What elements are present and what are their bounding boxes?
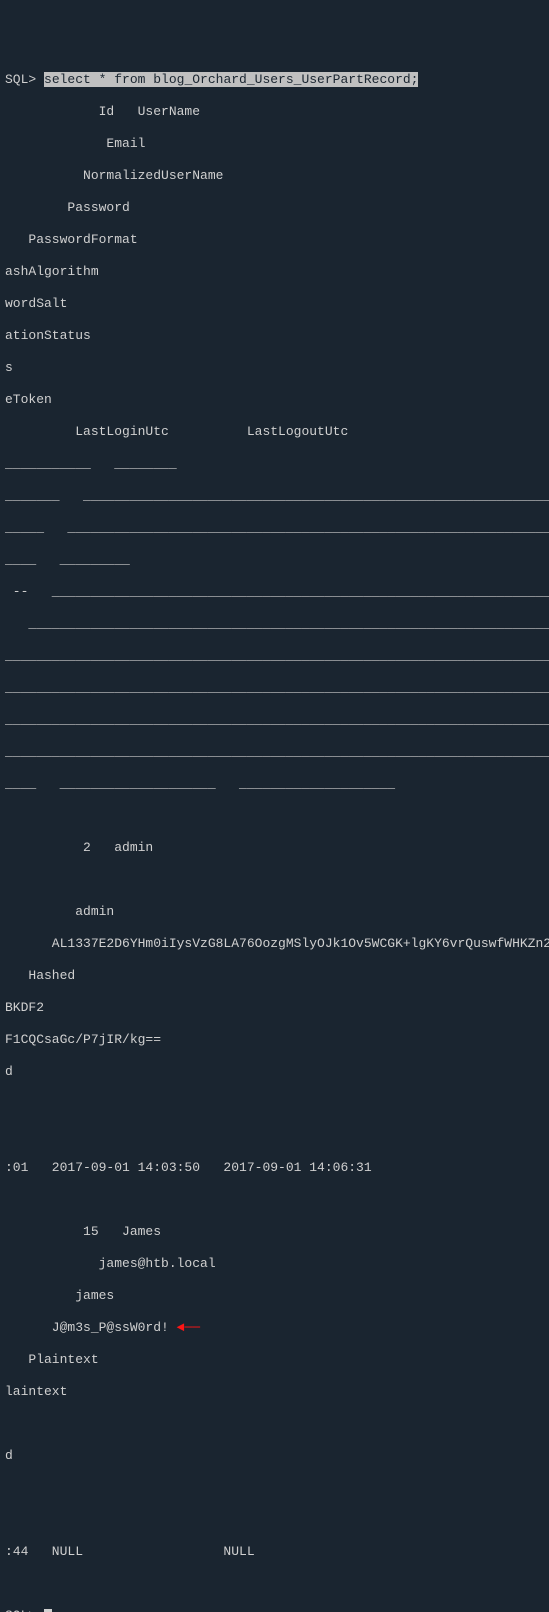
record1-normalized-username: admin <box>5 904 544 920</box>
record1-id-username: 2 admin <box>5 840 544 856</box>
sql-query: select * from blog_Orchard_Users_UserPar… <box>44 72 418 87</box>
header-password: Password <box>5 200 544 216</box>
header-ation-status: ationStatus <box>5 328 544 344</box>
record1-password: AL1337E2D6YHm0iIysVzG8LA76OozgMSlyOJk1Ov… <box>5 936 544 952</box>
record1-status: d <box>5 1064 544 1080</box>
record2-password: J@m3s_P@ssW0rd! <box>5 1320 177 1335</box>
separator: ________________________________________… <box>5 648 544 664</box>
separator: -- _____________________________________… <box>5 584 544 600</box>
separator: ________________________________________… <box>5 616 544 632</box>
blank-line <box>5 1576 544 1592</box>
record1-hash-algorithm: BKDF2 <box>5 1000 544 1016</box>
record1-password-format: Hashed <box>5 968 544 984</box>
header-s: s <box>5 360 544 376</box>
header-word-salt: wordSalt <box>5 296 544 312</box>
record2-email: james@htb.local <box>5 1256 544 1272</box>
header-normalized-username: NormalizedUserName <box>5 168 544 184</box>
separator: _____ __________________________________… <box>5 520 544 536</box>
separator: ___________ ________ <box>5 456 544 472</box>
record1-salt: F1CQCsaGc/P7jIR/kg== <box>5 1032 544 1048</box>
blank-line <box>5 1192 544 1208</box>
cursor-icon[interactable] <box>44 1609 52 1612</box>
record2-password-line: J@m3s_P@ssW0rd! ◄── <box>5 1320 544 1336</box>
record1-email <box>5 872 544 888</box>
separator: ________________________________________… <box>5 680 544 696</box>
sql-prompt: SQL> <box>5 72 44 87</box>
record2-hash-algorithm: laintext <box>5 1384 544 1400</box>
separator: ____ _________ <box>5 552 544 568</box>
record1-timestamps: :01 2017-09-01 14:03:50 2017-09-01 14:06… <box>5 1160 544 1176</box>
header-id-username: Id UserName <box>5 104 544 120</box>
record1-blank1 <box>5 1096 544 1112</box>
separator: _______ ________________________________… <box>5 488 544 504</box>
record2-password-format: Plaintext <box>5 1352 544 1368</box>
blank-line <box>5 808 544 824</box>
arrow-annotation-icon: ◄── <box>177 1320 200 1335</box>
record2-status: d <box>5 1448 544 1464</box>
separator: ____ ____________________ ______________… <box>5 776 544 792</box>
record1-blank2 <box>5 1128 544 1144</box>
header-e-token: eToken <box>5 392 544 408</box>
header-hash-algorithm: ashAlgorithm <box>5 264 544 280</box>
record2-timestamps: :44 NULL NULL <box>5 1544 544 1560</box>
separator: ________________________________________… <box>5 744 544 760</box>
record2-normalized-username: james <box>5 1288 544 1304</box>
record2-blank2 <box>5 1480 544 1496</box>
record2-id-username: 15 James <box>5 1224 544 1240</box>
sql-prompt[interactable]: SQL> <box>5 1608 44 1612</box>
header-email: Email <box>5 136 544 152</box>
separator: ________________________________________… <box>5 712 544 728</box>
header-last-login-logout: LastLoginUtc LastLogoutUtc <box>5 424 544 440</box>
record2-blank1 <box>5 1416 544 1432</box>
record2-blank3 <box>5 1512 544 1528</box>
header-password-format: PasswordFormat <box>5 232 544 248</box>
